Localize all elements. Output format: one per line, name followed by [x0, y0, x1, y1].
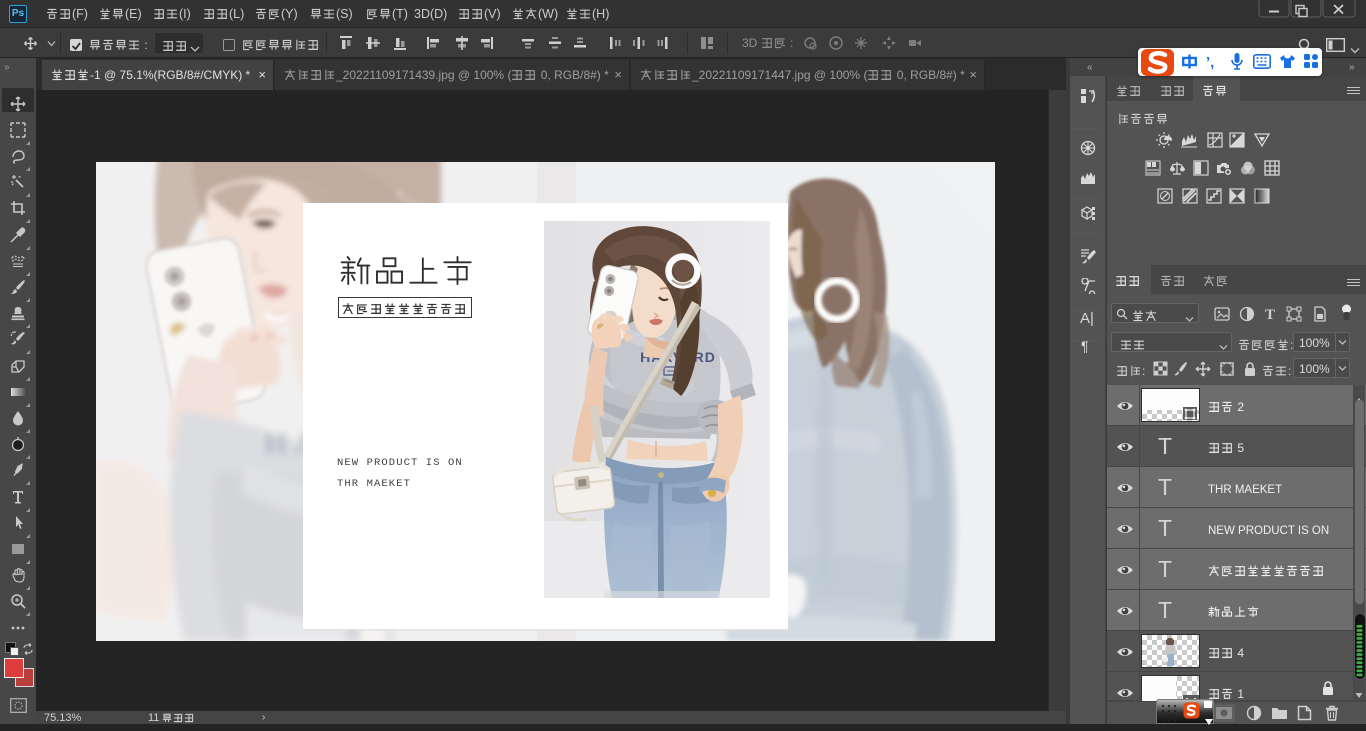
svg-text:T: T	[1265, 307, 1275, 322]
